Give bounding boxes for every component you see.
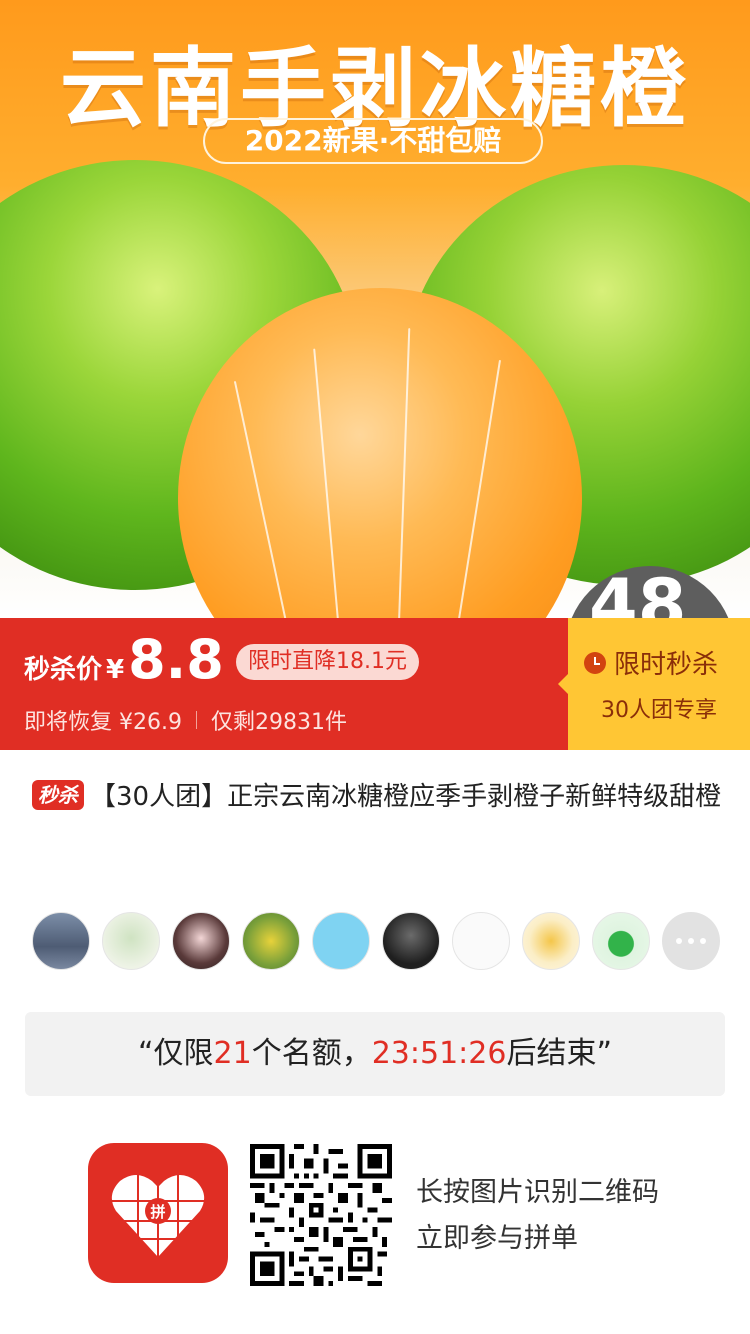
group-size-label: 30人团专享: [601, 698, 717, 723]
avatar[interactable]: [522, 912, 580, 970]
weight-badge: 48: [565, 564, 735, 618]
price-value: 8.8: [128, 628, 224, 691]
more-avatars-button[interactable]: [662, 912, 720, 970]
flash-sale-tag: 秒杀: [32, 780, 84, 810]
qr-hint-line1: 长按图片识别二维码: [416, 1177, 659, 1208]
quota-notice: “仅限21个名额，23:51:26后结束”: [25, 1012, 725, 1096]
product-title-text: 【30人团】正宗云南冰糖橙应季手剥橙子新鲜特级甜橙: [90, 782, 722, 812]
avatar[interactable]: [102, 912, 160, 970]
price-bar: 秒杀价 ¥ 8.8 限时直降18.1元 即将恢复 ¥26.9 仅剩29831件: [0, 618, 568, 750]
stock-remaining: 仅剩29831件: [210, 710, 347, 735]
product-hero-image: 云南手剥冰糖橙 2022新果·不甜包赔 48: [0, 0, 750, 618]
qr-hint: 长按图片识别二维码 立即参与拼单: [416, 1170, 659, 1262]
alarm-clock-icon: [584, 651, 606, 674]
pinduoduo-logo: 拼: [88, 1143, 228, 1283]
avatar[interactable]: [172, 912, 230, 970]
heart-logo-icon: 拼: [111, 1173, 205, 1257]
divider: [195, 711, 197, 729]
qr-code[interactable]: [250, 1144, 392, 1286]
avatar[interactable]: [452, 912, 510, 970]
svg-text:拼: 拼: [150, 1203, 165, 1221]
quota-count: 21: [213, 1036, 252, 1071]
discount-tag: 限时直降18.1元: [236, 644, 419, 680]
avatar[interactable]: [242, 912, 300, 970]
price-label: 秒杀价: [24, 655, 103, 685]
restore-price: 即将恢复 ¥26.9: [24, 710, 182, 735]
flash-sale-panel: 限时秒杀 30人团专享: [558, 618, 750, 750]
avatar[interactable]: [382, 912, 440, 970]
countdown-timer: 23:51:26: [371, 1036, 507, 1071]
flash-title: 限时秒杀: [614, 650, 719, 680]
price-currency: ¥: [106, 655, 125, 685]
avatar[interactable]: [312, 912, 370, 970]
avatar[interactable]: [592, 912, 650, 970]
participant-avatars: [32, 912, 722, 972]
qr-hint-line2: 立即参与拼单: [416, 1223, 578, 1254]
product-title: 秒杀 【30人团】正宗云南冰糖橙应季手剥橙子新鲜特级甜橙: [32, 775, 722, 819]
avatar[interactable]: [32, 912, 90, 970]
more-icon: [676, 938, 682, 944]
hero-subtitle: 2022新果·不甜包赔: [203, 118, 543, 164]
